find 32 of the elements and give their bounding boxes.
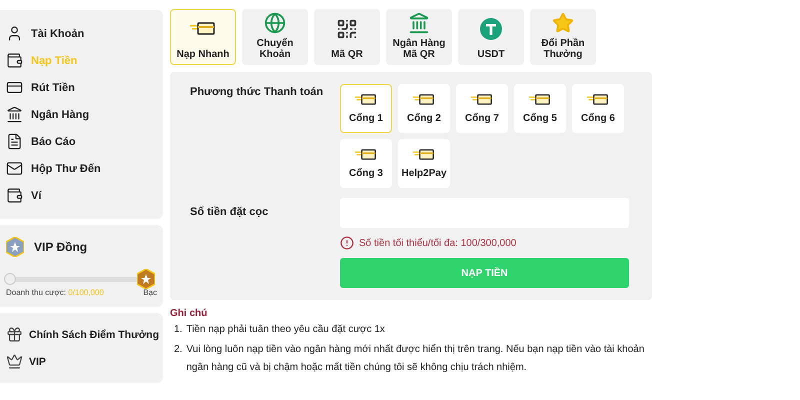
payment-method-tab[interactable]: Chuyển Khoản (242, 9, 308, 65)
notes-title: Ghi chú (170, 308, 208, 319)
next-level-label: Bạc (143, 288, 157, 297)
vip-level-title: VIP Đồng (34, 240, 88, 254)
sidebar-item[interactable]: Tài Khoản (6, 20, 157, 47)
field-label: Phương thức Thanh toán (190, 85, 324, 100)
note-number: 1. (174, 323, 182, 337)
note-text: Vui lòng luôn nạp tiền vào ngân hàng mới nhất được hiển thị trên trang. Nếu bạn nạp tiền vào tài khoản ngân hàng cũ và bị chậm hoặc mất tiền chúng tôi sẽ không chịu trách nhiệm. (186, 342, 646, 375)
field-label: Số tiền đặt cọc (190, 205, 270, 220)
note-text: Tiền nạp phải tuân theo yêu cầu đặt cược 1x (186, 323, 385, 337)
gateway-option[interactable]: Cổng 1 (340, 84, 392, 133)
gateway-option[interactable]: Help2Pay (398, 139, 450, 188)
gateway-option[interactable]: Cổng 3 (340, 139, 392, 188)
sidebar-item[interactable]: Hộp Thư Đến (6, 155, 157, 182)
sidebar-item[interactable]: Báo Cáo (6, 128, 157, 155)
sidebar-item[interactable]: Rút Tiền (6, 74, 157, 101)
turnover-text: Doanh thu cược: 0/100,000 (6, 288, 104, 297)
payment-method-tab[interactable]: Đổi Phần Thưởng (530, 9, 596, 65)
gateway-option[interactable]: Cổng 5 (514, 84, 566, 133)
payment-method-tab[interactable]: Nạp Nhanh (170, 9, 236, 65)
gateway-option[interactable]: Cổng 2 (398, 84, 450, 133)
payment-method-tab[interactable]: Mã QR (314, 9, 380, 65)
sidebar-item[interactable]: Ví (6, 182, 157, 209)
payment-method-tab[interactable]: USDT (458, 9, 524, 65)
amount-hint: Số tiền tối thiểu/tối đa: 100/300,000 (359, 238, 516, 248)
payment-method-tab[interactable]: Ngân Hàng Mã QR (386, 9, 452, 65)
sidebar-item[interactable]: Chính Sách Điểm Thưởng (6, 321, 157, 348)
sidebar-item[interactable]: VIP (6, 348, 157, 375)
gateway-option[interactable]: Cổng 7 (456, 84, 508, 133)
note-number: 2. (174, 343, 182, 357)
gateway-option[interactable]: Cổng 6 (572, 84, 624, 133)
sidebar-item[interactable]: Ngân Hàng (6, 101, 157, 128)
